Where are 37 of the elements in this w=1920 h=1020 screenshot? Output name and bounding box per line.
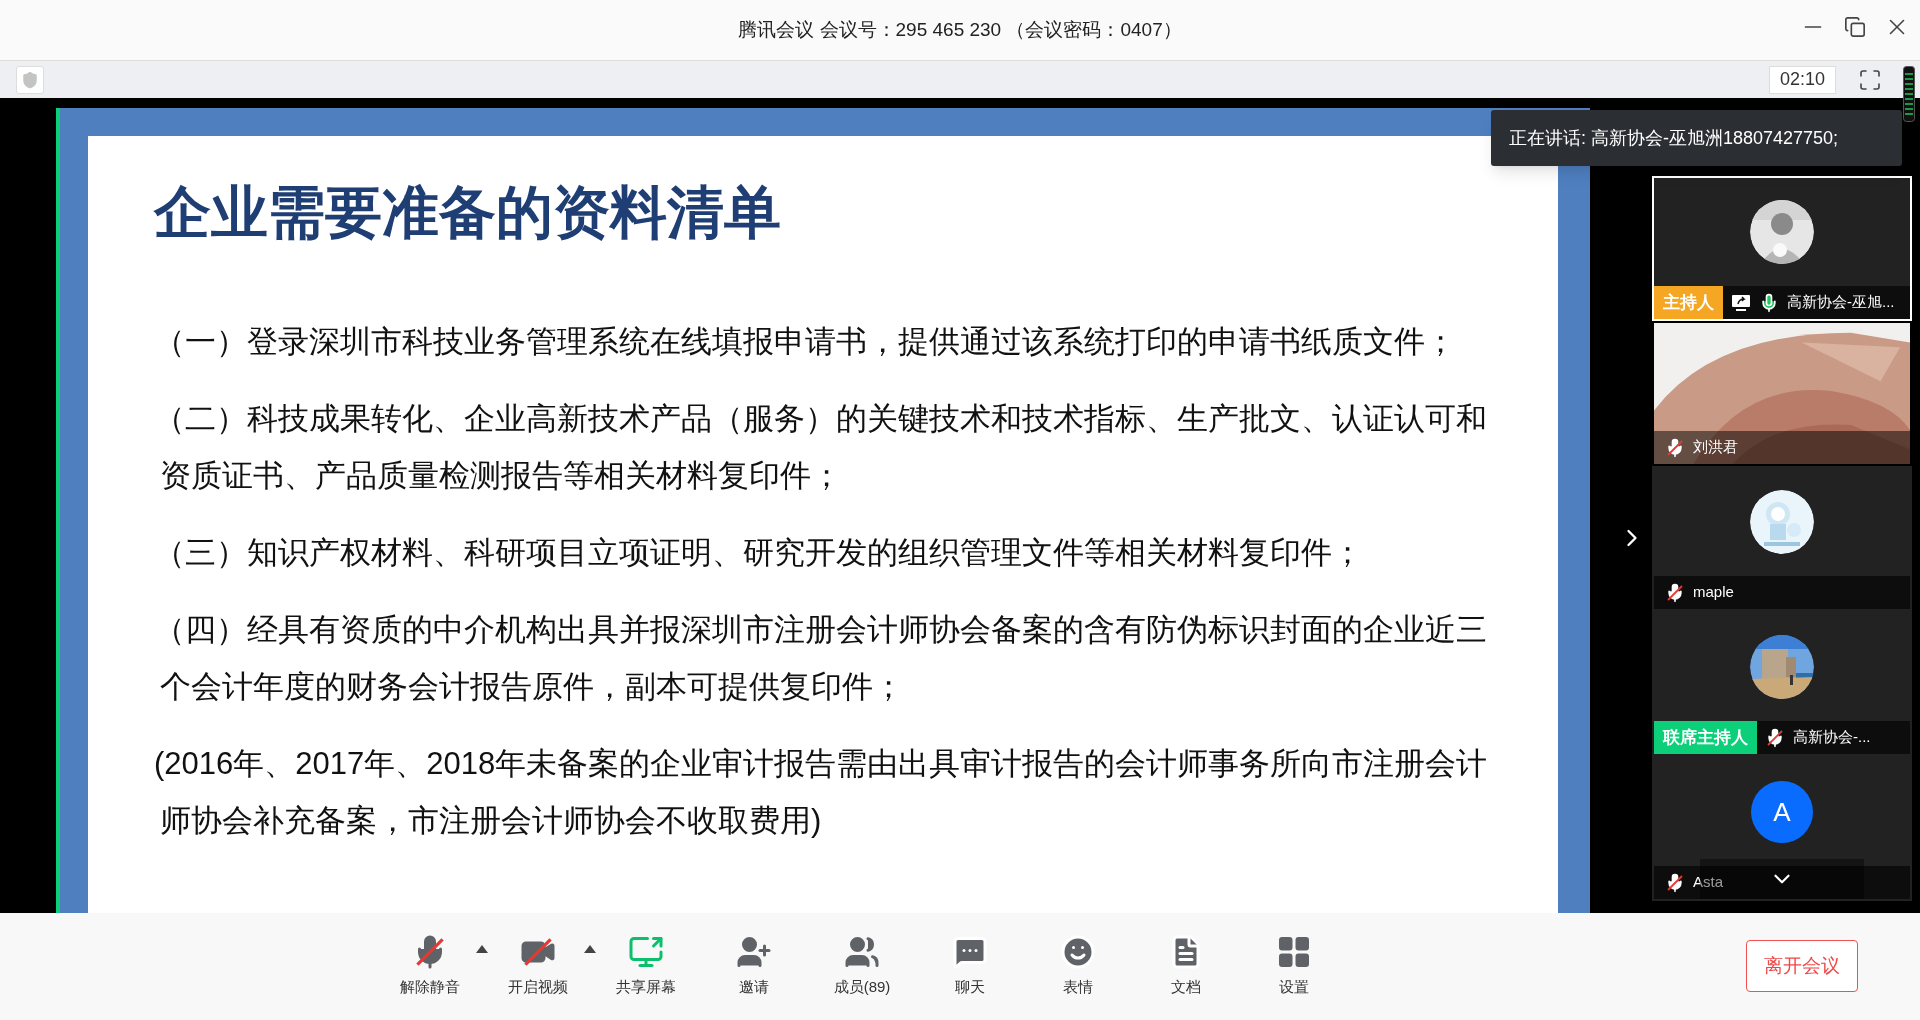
avatar: A — [1751, 781, 1813, 843]
role-badge: 联席主持人 — [1654, 721, 1757, 754]
window-title: 腾讯会议 会议号：295 465 230 （会议密码：0407） — [738, 17, 1182, 42]
toolbar-button[interactable]: 聊天 — [952, 934, 988, 999]
restore-icon[interactable] — [1844, 16, 1866, 38]
toolbar-button[interactable]: 共享屏幕 — [616, 934, 676, 999]
toolbar-button[interactable]: 解除静音 — [400, 934, 460, 999]
toolbar-button[interactable]: 文档 — [1168, 934, 1204, 999]
participant-tile[interactable]: A Asta — [1652, 756, 1912, 901]
toolbar-button[interactable]: 设置 — [1276, 934, 1312, 999]
toolbar-button[interactable]: 开启视频 — [508, 934, 568, 999]
caret-icon[interactable] — [476, 945, 488, 954]
slide-paragraph: (2016年、2017年、2018年未备案的企业审计报告需由出具审计报告的会计师事务所向市注册会计师协会补充备案，市注册会计师协会不收取费用) — [154, 745, 1489, 840]
speaking-tooltip: 正在讲话: 高新协会-巫旭洲18807427750; — [1491, 110, 1902, 166]
volume-meter-icon — [1903, 66, 1915, 122]
toolbar-button[interactable]: 表情 — [1060, 934, 1096, 999]
slide-paragraph: （四）经具有资质的中介机构出具并报深圳市注册会计师协会备案的含有防伪标识封面的企业近三个会计年度的财务会计报告原件，副本可提供复印件； — [154, 611, 1488, 706]
video-tile[interactable]: 刘洪君 — [1652, 321, 1912, 466]
slide-paragraph: （二）科技成果转化、企业高新技术产品（服务）的关键技术和技术指标、生产批文、认证认可和资质证书、产品质量检测报告等相关材料复印件； — [154, 400, 1488, 495]
participant-name: maple — [1693, 582, 1734, 603]
fullscreen-icon[interactable] — [1858, 67, 1882, 92]
participant-name: 高新协会-... — [1793, 727, 1871, 748]
role-badge: 主持人 — [1654, 286, 1723, 319]
participant-name: 高新协会-巫旭... — [1787, 292, 1895, 313]
participant-name: 刘洪君 — [1693, 437, 1738, 458]
caret-icon[interactable] — [584, 945, 596, 954]
slide-paragraph: （三）知识产权材料、科研项目立项证明、研究开发的组织管理文件等相关材料复印件； — [154, 534, 1364, 572]
toolbar-button[interactable]: 成员(89) — [833, 934, 891, 999]
participant-tile[interactable]: 联席主持人 高新协会-... — [1652, 611, 1912, 756]
slide-title: 企业需要准备的资料清单 — [154, 184, 782, 241]
slide-paragraph: （一）登录深圳市科技业务管理系统在线填报申请书，提供通过该系统打印的申请书纸质文件； — [154, 323, 1457, 361]
participant-tile[interactable]: maple — [1652, 466, 1912, 611]
participant-name: Asta — [1693, 872, 1723, 893]
participant-tile[interactable]: 主持人 高新协会-巫旭... — [1652, 176, 1912, 321]
leave-meeting-button[interactable]: 离开会议 — [1746, 940, 1858, 992]
toolbar-button[interactable]: 邀请 — [736, 934, 772, 999]
timer: 02:10 — [1768, 65, 1836, 94]
